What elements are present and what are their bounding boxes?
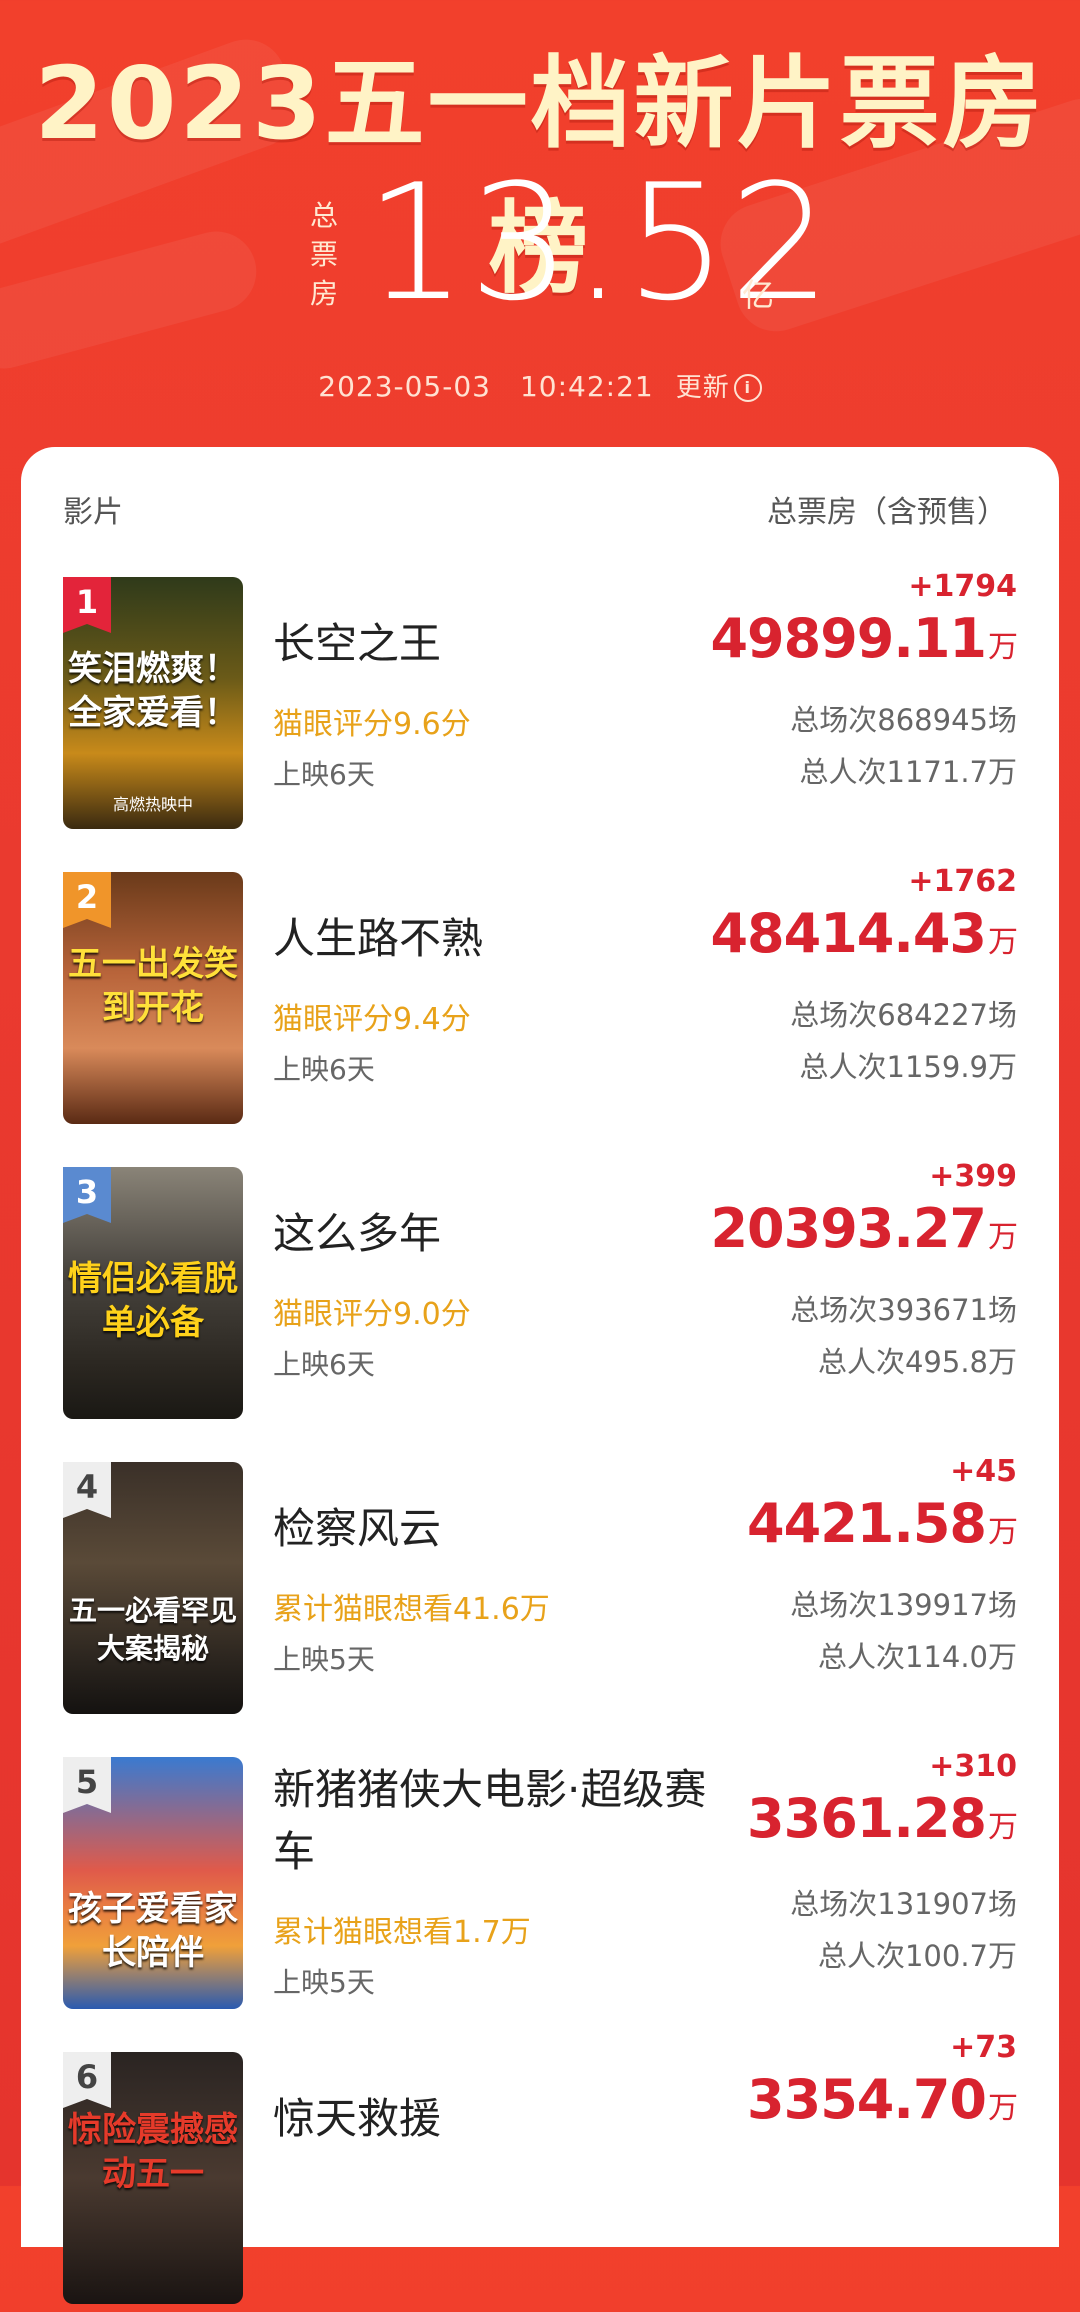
box-office: 20393.27万 <box>710 1197 1018 1260</box>
poster-slogan: 情侣必看脱单必备 <box>68 1259 238 1343</box>
film-days: 上映6天 <box>273 758 375 791</box>
update-line: 2023-05-03 10:42:21 更新 i <box>0 365 1080 405</box>
poster-slogan: 五一必看罕见大案揭秘 <box>68 1594 237 1665</box>
box-office-unit: 万 <box>988 1220 1018 1255</box>
film-rating: 猫眼评分9.4分 <box>273 1002 471 1037</box>
box-delta: +310 <box>929 1749 1017 1784</box>
box-office-unit: 万 <box>988 925 1018 960</box>
box-office: 4421.58万 <box>747 1492 1018 1555</box>
film-days: 上映6天 <box>273 1348 375 1381</box>
box-office-value: 20393.27 <box>710 1197 987 1260</box>
update-label: 更新 <box>675 373 730 403</box>
box-office-unit: 万 <box>988 630 1018 665</box>
column-header-film: 影片 <box>63 495 123 530</box>
total-shows: 总场次393671场 <box>790 1293 1017 1327</box>
film-days: 上映5天 <box>273 1966 375 1999</box>
film-rating: 猫眼评分9.0分 <box>273 1297 471 1332</box>
ranking-card: 影片 总票房（含预售） 笑泪燃爽！全家爱看！ 高燃热映中 1 长空之王 猫眼评分… <box>21 447 1059 2304</box>
film-row[interactable]: 惊险震撼感动五一 6 惊天救援 +73 3354.70万 <box>21 2030 1059 2312</box>
total-shows: 总场次131907场 <box>790 1887 1017 1921</box>
total-shows: 总场次139917场 <box>790 1588 1017 1622</box>
total-viewers: 总人次1159.9万 <box>799 1050 1017 1084</box>
info-icon[interactable]: i <box>733 374 762 402</box>
total-box-unit: 亿 <box>742 276 775 314</box>
total-shows: 总场次684227场 <box>790 998 1017 1032</box>
film-name: 新猪猪侠大电影·超级赛车 <box>273 1765 707 1876</box>
box-office-value: 3354.70 <box>747 2068 987 2131</box>
film-name: 检察风云 <box>273 1504 442 1553</box>
film-days: 上映5天 <box>273 1643 375 1676</box>
box-office-value: 49899.11 <box>710 607 987 670</box>
poster-slogan: 笑泪燃爽！全家爱看！ <box>68 649 238 733</box>
total-viewers: 总人次114.0万 <box>817 1640 1017 1674</box>
film-name: 惊天救援 <box>273 2094 442 2143</box>
box-delta: +1794 <box>908 569 1017 604</box>
film-row[interactable]: 情侣必看脱单必备 3 这么多年 猫眼评分9.0分 上映6天 +399 20393… <box>21 1159 1059 1427</box>
box-office: 3361.28万 <box>747 1787 1018 1850</box>
film-rating: 累计猫眼想看1.7万 <box>273 1915 531 1950</box>
film-row[interactable]: 笑泪燃爽！全家爱看！ 高燃热映中 1 长空之王 猫眼评分9.6分 上映6天 +1… <box>21 569 1059 837</box>
box-delta: +73 <box>950 2030 1017 2065</box>
poster-slogan: 五一出发笑到开花 <box>68 944 238 1028</box>
poster-slogan: 惊险震撼感动五一 <box>68 2110 238 2194</box>
box-office-unit: 万 <box>988 1515 1018 1550</box>
film-rating: 累计猫眼想看41.6万 <box>273 1592 550 1627</box>
box-office-value: 48414.43 <box>710 902 987 965</box>
total-viewers: 总人次495.8万 <box>817 1345 1017 1379</box>
total-box-label: 总票房 <box>309 199 338 310</box>
film-row[interactable]: 孩子爱看家长陪伴 5 新猪猪侠大电影·超级赛车 累计猫眼想看1.7万 上映5天 … <box>21 1749 1059 2017</box>
box-office-value: 3361.28 <box>747 1787 987 1850</box>
header: 2023五一档新片票房榜 总票房 13.52 亿 2023-05-03 10:4… <box>0 0 1080 450</box>
poster-subtitle: 高燃热映中 <box>112 795 193 814</box>
update-time: 2023-05-03 10:42:21 <box>318 370 654 403</box>
box-office-unit: 万 <box>988 1810 1018 1845</box>
total-viewers: 总人次100.7万 <box>817 1939 1017 1973</box>
film-name: 人生路不熟 <box>273 914 484 963</box>
total-viewers: 总人次1171.7万 <box>799 755 1017 789</box>
total-shows: 总场次868945场 <box>790 703 1017 737</box>
box-office: 3354.70万 <box>747 2068 1018 2131</box>
film-rating: 猫眼评分9.6分 <box>273 707 471 742</box>
column-header-box-office: 总票房（含预售） <box>767 495 1007 530</box>
box-office: 49899.11万 <box>710 607 1018 670</box>
film-days: 上映6天 <box>273 1053 375 1086</box>
box-office-value: 4421.58 <box>747 1492 987 1555</box>
box-office-unit: 万 <box>988 2091 1018 2126</box>
film-row[interactable]: 五一必看罕见大案揭秘 4 检察风云 累计猫眼想看41.6万 上映5天 +45 4… <box>21 1454 1059 1722</box>
box-delta: +399 <box>929 1159 1017 1194</box>
film-name: 长空之王 <box>273 619 442 668</box>
box-office: 48414.43万 <box>710 902 1018 965</box>
film-row[interactable]: 五一出发笑到开花 2 人生路不熟 猫眼评分9.4分 上映6天 +1762 484… <box>21 864 1059 1132</box>
poster-slogan: 孩子爱看家长陪伴 <box>68 1889 238 1973</box>
film-name: 这么多年 <box>273 1209 442 1258</box>
box-delta: +1762 <box>908 864 1017 899</box>
box-delta: +45 <box>950 1454 1017 1489</box>
